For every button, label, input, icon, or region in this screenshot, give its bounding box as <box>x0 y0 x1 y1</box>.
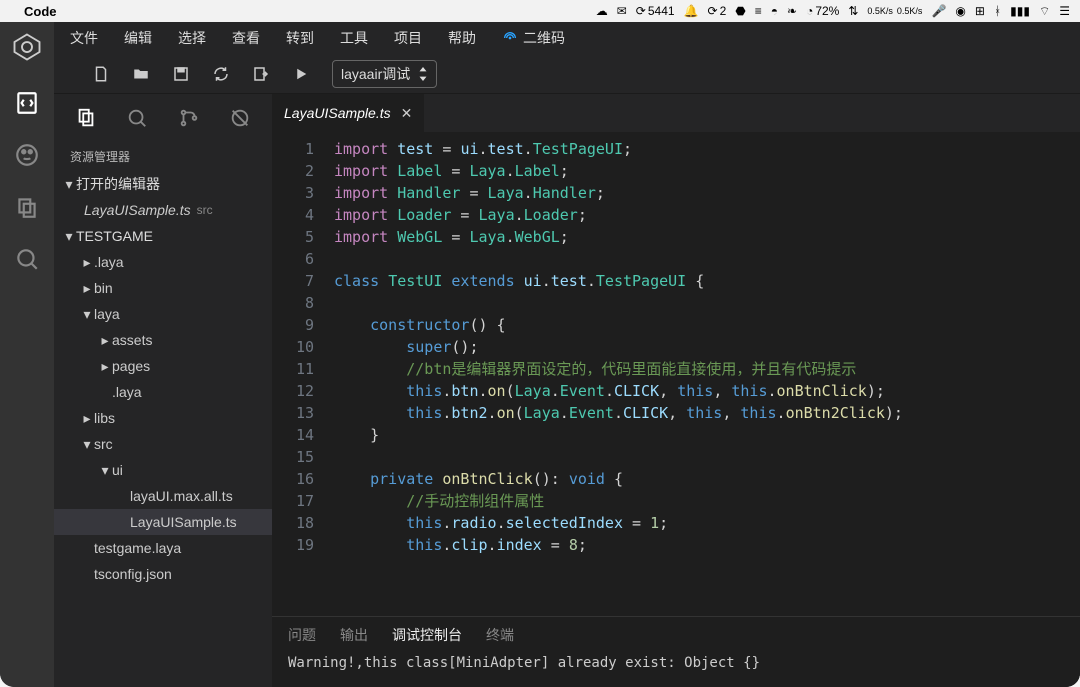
explorer-tree[interactable]: ▾打开的编辑器 LayaUISample.ts src ▾TESTGAME ▸.… <box>54 171 272 687</box>
status-battery: ◔ 72% <box>806 4 839 18</box>
status-evernote-icon: ❧ <box>787 4 797 18</box>
menu-goto[interactable]: 转到 <box>286 28 314 48</box>
tree-item[interactable]: ▸assets <box>54 327 272 353</box>
menu-help[interactable]: 帮助 <box>448 28 476 48</box>
editor-tab[interactable]: LayaUISample.ts ✕ <box>272 94 424 132</box>
tree-item[interactable]: LayaUISample.ts <box>54 509 272 535</box>
tree-item[interactable]: ▸bin <box>54 275 272 301</box>
status-grid-icon: ⊞ <box>975 4 985 18</box>
menu-tools[interactable]: 工具 <box>340 28 368 48</box>
sidebar: 资源管理器 ▾打开的编辑器 LayaUISample.ts src ▾TESTG… <box>54 94 272 687</box>
tree-item[interactable]: ▸libs <box>54 405 272 431</box>
sync-icon[interactable] <box>212 65 230 83</box>
status-wechat-icon: ✉︎ <box>617 4 627 18</box>
status-bell-icon: 🔔 <box>684 4 699 18</box>
tree-item[interactable]: tsconfig.json <box>54 561 272 587</box>
line-number-gutter: 12345678910111213141516171819 <box>272 132 328 616</box>
status-cloud-icon: ☁︎ <box>596 4 608 18</box>
tree-item[interactable]: .laya <box>54 379 272 405</box>
status-counter-2: ⟳ 2 <box>708 4 727 18</box>
code-editor[interactable]: 12345678910111213141516171819 import tes… <box>272 132 1080 616</box>
status-hat-icon: ◓ <box>771 4 778 18</box>
tree-item[interactable]: ▸pages <box>54 353 272 379</box>
run-config-label: layaair调试 <box>341 64 410 84</box>
status-updown-icon: ⇅ <box>848 4 858 18</box>
open-editor-item[interactable]: LayaUISample.ts src <box>54 197 272 223</box>
status-netspeed: 0.5K/s0.5K/s <box>867 7 922 16</box>
activity-palette-icon[interactable] <box>12 140 42 170</box>
activity-bar <box>0 22 54 687</box>
status-wifi-icon: ⌔ <box>1039 4 1050 19</box>
panel-tabs: 问题 输出 调试控制台 终端 <box>288 625 1064 645</box>
code-content[interactable]: import test = ui.test.TestPageUI;import … <box>328 132 1080 616</box>
status-counter-1: ⟳ 5441 <box>636 4 675 18</box>
sidebar-debug-icon[interactable] <box>229 107 251 129</box>
menu-select[interactable]: 选择 <box>178 28 206 48</box>
sidebar-files-icon[interactable] <box>75 107 97 129</box>
status-battery-icon: ▮▮▮ <box>1010 4 1030 18</box>
app-logo-icon <box>12 32 42 62</box>
save-icon[interactable] <box>172 65 190 83</box>
status-disk-icon: ≡ <box>755 4 762 18</box>
panel-tab-debug-console[interactable]: 调试控制台 <box>392 625 462 645</box>
activity-copy-icon[interactable] <box>12 192 42 222</box>
app-name[interactable]: Code <box>24 4 57 19</box>
bottom-panel: 问题 输出 调试控制台 终端 Warning!,this class[MiniA… <box>272 616 1080 687</box>
editor-tab-bar: LayaUISample.ts ✕ <box>272 94 1080 132</box>
panel-output-text: Warning!,this class[MiniAdpter] already … <box>288 655 1064 671</box>
macos-menubar: Code ☁︎ ✉︎ ⟳ 5441 🔔 ⟳ 2 ⬣ ≡ ◓ ❧ ◔ 72% ⇅ … <box>0 0 1080 22</box>
panel-tab-output[interactable]: 输出 <box>340 625 368 645</box>
tree-item[interactable]: testgame.laya <box>54 535 272 561</box>
menu-edit[interactable]: 编辑 <box>124 28 152 48</box>
tree-item[interactable]: ▾laya <box>54 301 272 327</box>
project-root-header[interactable]: ▾TESTGAME <box>54 223 272 249</box>
run-config-select[interactable]: layaair调试 <box>332 60 437 88</box>
open-folder-icon[interactable] <box>132 65 150 83</box>
menu-project[interactable]: 项目 <box>394 28 422 48</box>
tree-item[interactable]: ▾ui <box>54 457 272 483</box>
activity-explorer-icon[interactable] <box>12 88 42 118</box>
panel-tab-terminal[interactable]: 终端 <box>486 625 514 645</box>
app-window: 文件 编辑 选择 查看 转到 工具 项目 帮助 二维码 layaair调试 <box>0 22 1080 687</box>
updown-caret-icon <box>418 67 428 81</box>
editor-area: LayaUISample.ts ✕ 1234567891011121314151… <box>272 94 1080 687</box>
open-editors-header[interactable]: ▾打开的编辑器 <box>54 171 272 197</box>
sidebar-search-icon[interactable] <box>126 107 148 129</box>
play-icon[interactable] <box>292 65 310 83</box>
menu-file[interactable]: 文件 <box>70 28 98 48</box>
toolbar: layaair调试 <box>54 54 1080 94</box>
tree-item[interactable]: ▸.laya <box>54 249 272 275</box>
status-spotlight-icon: ☰ <box>1059 4 1070 18</box>
tab-title: LayaUISample.ts <box>284 105 391 121</box>
panel-tab-problems[interactable]: 问题 <box>288 625 316 645</box>
app-menu-bar: 文件 编辑 选择 查看 转到 工具 项目 帮助 二维码 <box>54 22 1080 54</box>
explorer-title: 资源管理器 <box>54 142 272 171</box>
activity-search-icon[interactable] <box>12 244 42 274</box>
new-file-icon[interactable] <box>92 65 110 83</box>
tree-item[interactable]: ▾src <box>54 431 272 457</box>
sidebar-git-icon[interactable] <box>178 107 200 129</box>
status-shield-icon: ⬣ <box>735 4 745 18</box>
tree-item[interactable]: layaUI.max.all.ts <box>54 483 272 509</box>
status-bluetooth-icon: ᚼ <box>994 4 1001 18</box>
menu-qrcode[interactable]: 二维码 <box>502 28 565 48</box>
export-icon[interactable] <box>252 65 270 83</box>
status-camera-icon: ◉ <box>955 4 965 18</box>
sidebar-view-switcher <box>54 94 272 142</box>
status-mic-icon: 🎤 <box>931 4 946 18</box>
macos-status-area: ☁︎ ✉︎ ⟳ 5441 🔔 ⟳ 2 ⬣ ≡ ◓ ❧ ◔ 72% ⇅ 0.5K/… <box>596 4 1070 19</box>
close-tab-icon[interactable]: ✕ <box>401 105 413 122</box>
menu-view[interactable]: 查看 <box>232 28 260 48</box>
workspace: 文件 编辑 选择 查看 转到 工具 项目 帮助 二维码 layaair调试 <box>54 22 1080 687</box>
